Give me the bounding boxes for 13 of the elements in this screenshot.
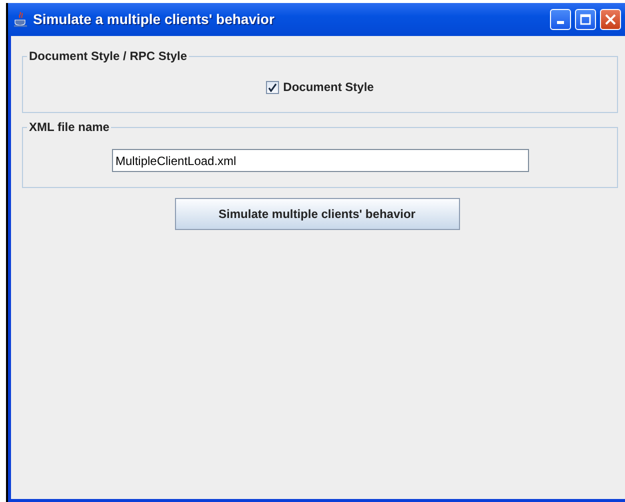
close-button[interactable] bbox=[600, 9, 621, 30]
maximize-button[interactable] bbox=[575, 9, 596, 30]
maximize-icon bbox=[580, 14, 591, 25]
cup-icon bbox=[14, 12, 28, 28]
window-title: Simulate a multiple clients' behavior bbox=[33, 10, 274, 29]
close-icon bbox=[605, 14, 616, 25]
checkbox-label: Document Style bbox=[283, 79, 374, 96]
group-title: XML file name bbox=[28, 121, 110, 133]
checkbox[interactable] bbox=[266, 80, 280, 94]
minimize-button[interactable] bbox=[550, 9, 571, 30]
simulate-button[interactable]: Simulate multiple clients' behavior bbox=[174, 198, 460, 230]
group-title: Document Style / RPC Style bbox=[28, 50, 188, 62]
input-field[interactable]: MultipleClientLoad.xml bbox=[112, 149, 528, 172]
